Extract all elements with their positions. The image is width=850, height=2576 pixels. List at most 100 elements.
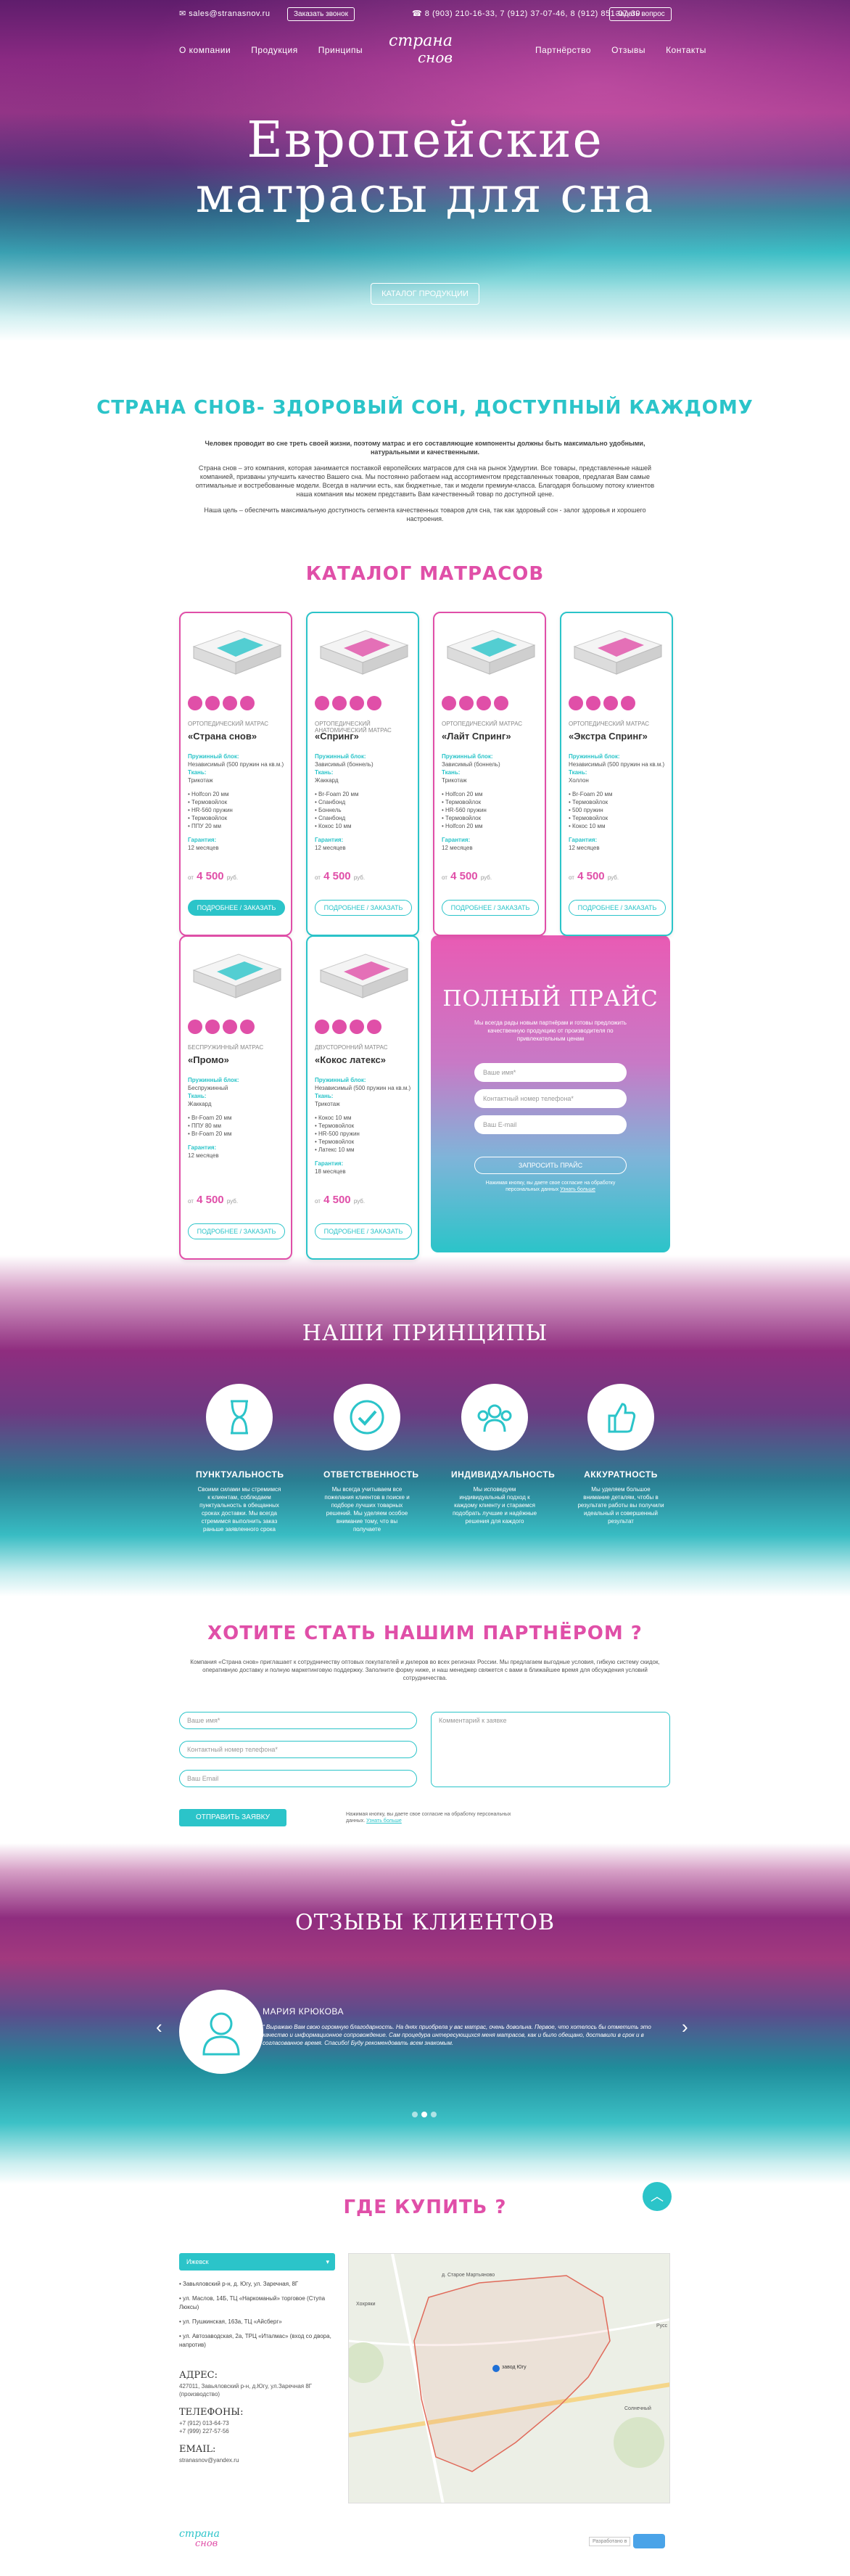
pricelist-email-input[interactable]: Ваш E-mail	[474, 1115, 627, 1134]
city-select[interactable]: Ижевск ▾	[179, 2253, 335, 2271]
nav-item-contacts[interactable]: Контакты	[666, 45, 706, 55]
order-button[interactable]: Подробнее / Заказать	[442, 900, 539, 916]
principle-circle	[587, 1384, 654, 1451]
warranty-value: 18 месяцев	[315, 1168, 346, 1175]
partner-comment-textarea[interactable]: Комментарий к заявке	[431, 1712, 670, 1787]
feature-item: • Спанбонд	[315, 799, 346, 805]
slider-dot[interactable]	[412, 2112, 418, 2117]
feature-item: • Кокос 10 мм	[315, 1115, 352, 1121]
phone-2[interactable]: +7 (999) 227-57-56	[179, 2427, 335, 2435]
about-paragraph-1: Человек проводит во сне треть своей жизн…	[205, 440, 645, 456]
logo[interactable]: страна снов	[355, 32, 486, 66]
product-specs: Пружинный блок: Независимый (500 пружин н…	[569, 752, 667, 852]
feature-icon	[350, 1020, 364, 1034]
nav-item-about[interactable]: О компании	[179, 45, 231, 55]
product-specs: Пружинный блок: Беспружинный Ткань: Жаккард…	[188, 1076, 286, 1160]
header-email[interactable]: ✉ sales@stranasnov.ru	[179, 9, 270, 18]
feature-item: • 500 пружин	[569, 807, 603, 813]
store-item[interactable]: • ул. Маслов, 14Б, ТЦ «Наркоманый» торго…	[179, 2294, 335, 2312]
request-price-button[interactable]: Запросить прайс	[474, 1157, 627, 1174]
slider-prev-arrow[interactable]: ‹	[156, 2016, 162, 2038]
catalog-button[interactable]: Каталог продукции	[371, 283, 479, 305]
feature-icons	[442, 696, 508, 710]
slider-dot[interactable]	[431, 2112, 437, 2117]
warranty-value: 12 месяцев	[569, 845, 600, 851]
product-card[interactable]: Ортопедический матрас «Лайт Спринг» Пружин…	[433, 612, 546, 936]
feature-icon	[621, 696, 635, 710]
map-marker-label[interactable]: завод Югу	[502, 2365, 527, 2370]
nav-left: О компании Продукция Принципы	[179, 45, 363, 55]
feature-item: • HR-560 пружин	[188, 807, 233, 813]
product-card[interactable]: Ортопедический матрас «Экстра Спринг» Пруж…	[560, 612, 673, 936]
product-card[interactable]: Беспружинный матрас «Промо» Пружинный блок…	[179, 935, 292, 1260]
order-button[interactable]: Подробнее / Заказать	[188, 900, 285, 916]
product-card[interactable]: Двусторонний матрас «Кокос латекс» Пружинн…	[306, 935, 419, 1260]
call-button[interactable]: Заказать звонок	[287, 7, 355, 21]
fabric-label: Ткань:	[442, 769, 461, 776]
order-button[interactable]: Подробнее / Заказать	[315, 1223, 412, 1239]
hero-title: Европейские матрасы для сна	[0, 113, 850, 223]
fabric-value: Жаккард	[188, 1101, 212, 1107]
order-button[interactable]: Подробнее / Заказать	[569, 900, 666, 916]
callback-button[interactable]: Задать вопрос	[609, 7, 672, 21]
header-phones: ☎ 8 (903) 210-16-33, 7 (912) 37-07-46, 8…	[412, 9, 641, 18]
nav-item-reviews[interactable]: Отзывы	[611, 45, 645, 55]
send-request-button[interactable]: Отправить заявку	[179, 1809, 286, 1826]
pricelist-name-input[interactable]: Ваше имя*	[474, 1063, 627, 1082]
footer-logo[interactable]: страна снов	[179, 2529, 220, 2549]
feature-icon	[205, 1020, 220, 1034]
product-specs: Пружинный блок: Независимый (500 пружин н…	[188, 752, 286, 852]
hero-title-line1: Европейские	[247, 112, 603, 169]
phones-label: Телефоны:	[179, 2407, 244, 2418]
contacts-block: Адрес: 427011, Завьяловский р-н, д.Югу, …	[179, 2371, 335, 2464]
hero-title-line2: матрасы для сна	[195, 167, 655, 224]
spring-label: Пружинный блок:	[315, 1077, 366, 1083]
spring-label: Пружинный блок:	[188, 1077, 239, 1083]
feature-item: • Br-Foam 20 мм	[315, 791, 359, 797]
hero-section: ✉ sales@stranasnov.ru Заказать звонок ☎ …	[0, 0, 850, 341]
pricelist-phone-input[interactable]: Контактный номер телефона*	[474, 1089, 627, 1108]
address-value: 427011, Завьяловский р-н, д.Югу, ул.Заре…	[179, 2383, 313, 2397]
partner-email-input[interactable]: Ваш Email	[179, 1770, 417, 1787]
footer-logo-line1: страна	[179, 2528, 220, 2540]
feature-item: • Термовойлок	[442, 799, 482, 805]
store-item[interactable]: • ул. Пушкинская, 163а, ТЦ «Айсберг»	[179, 2318, 335, 2326]
product-price: от 4 500 руб.	[315, 870, 365, 882]
nav-item-products[interactable]: Продукция	[251, 45, 298, 55]
feature-icon	[205, 696, 220, 710]
store-item[interactable]: • ул. Автозаводская, 2а, ТРЦ «Италмас» (…	[179, 2332, 335, 2350]
hourglass-icon	[231, 1400, 248, 1435]
phone-1[interactable]: +7 (912) 013-64-73	[179, 2419, 335, 2427]
map[interactable]: д. Старое Мартьяново Хохряки завод Югу С…	[348, 2253, 670, 2503]
developer-badge[interactable]: Разработано в	[589, 2534, 666, 2548]
store-item[interactable]: • Завьяловский р-н, д. Югу, ул. Заречная…	[179, 2280, 335, 2289]
product-card[interactable]: Ортопедический матрас «Страна снов» Пружин…	[179, 612, 292, 936]
principle-text: Мы всегда учитываем все пожелания клиент…	[324, 1486, 410, 1533]
partner-note-link[interactable]: Узнать больше	[366, 1818, 402, 1824]
slider-dot-active[interactable]	[421, 2112, 427, 2117]
fabric-label: Ткань:	[188, 769, 207, 776]
product-specs: Пружинный блок: Зависимый (боннель) Ткань:…	[315, 752, 413, 852]
partner-phone-input[interactable]: Контактный номер телефона*	[179, 1741, 417, 1758]
spring-label: Пружинный блок:	[188, 753, 239, 760]
product-card[interactable]: Ортопедический анатомический матрас «Спри…	[306, 612, 419, 936]
logo-line1: страна	[389, 32, 453, 50]
pricelist-note-link[interactable]: Узнать больше	[560, 1187, 595, 1192]
fabric-value: Трикотаж	[188, 777, 213, 784]
email-value[interactable]: stranasnov@yandex.ru	[179, 2456, 335, 2464]
order-button[interactable]: Подробнее / Заказать	[315, 900, 412, 916]
email-text[interactable]: sales@stranasnov.ru	[189, 9, 270, 18]
order-button[interactable]: Подробнее / Заказать	[188, 1223, 285, 1239]
principle-circle	[461, 1384, 528, 1451]
feature-icon	[332, 1020, 347, 1034]
product-name: «Экстра Спринг»	[569, 731, 648, 742]
feature-item: • Термовойлок	[569, 815, 608, 821]
feature-icon	[240, 696, 255, 710]
store-list: • Завьяловский р-н, д. Югу, ул. Заречная…	[179, 2280, 335, 2350]
warranty-label: Гарантия:	[188, 1144, 217, 1151]
nav-item-partnership[interactable]: Партнёрство	[535, 45, 591, 55]
product-specs: Пружинный блок: Независимый (500 пружин н…	[315, 1076, 413, 1176]
partner-name-input[interactable]: Ваше имя*	[179, 1712, 417, 1729]
product-type: Ортопедический матрас	[442, 721, 523, 727]
slider-next-arrow[interactable]: ›	[682, 2016, 688, 2038]
